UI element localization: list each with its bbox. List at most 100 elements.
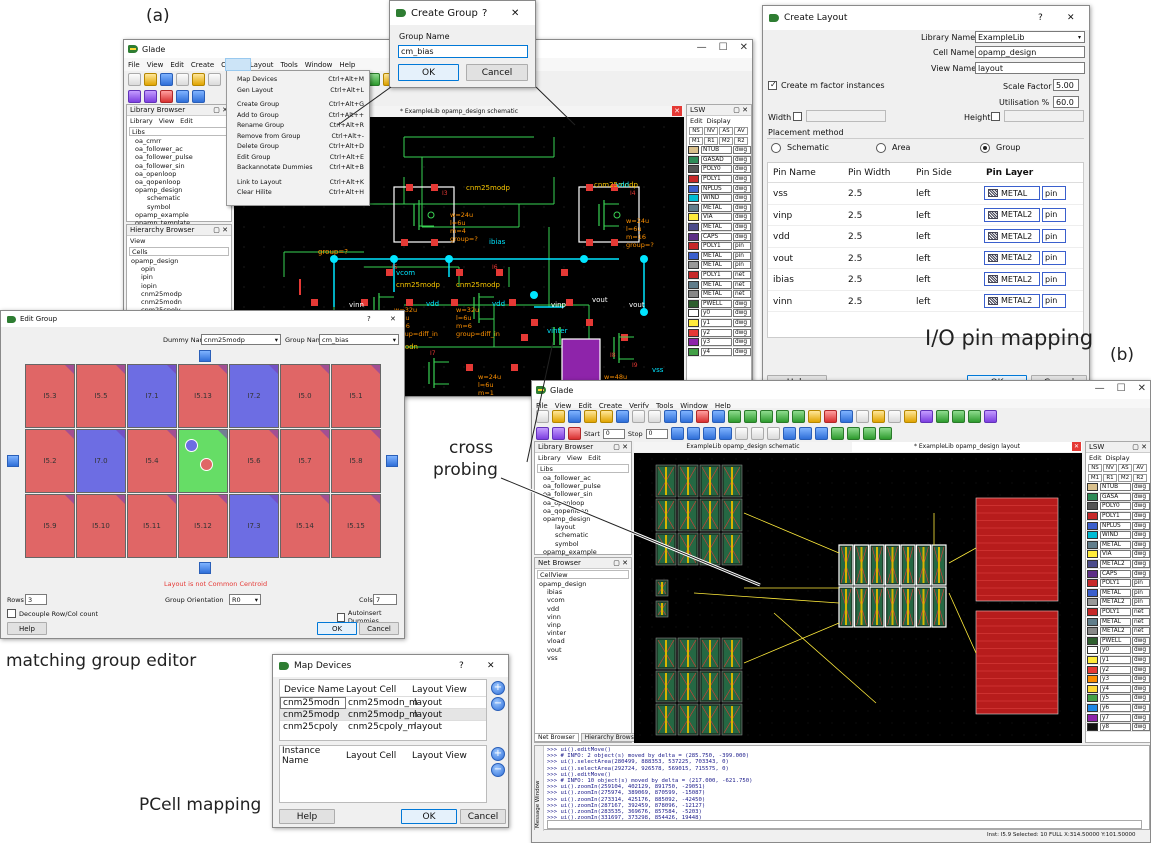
menu-view[interactable]: View xyxy=(567,454,582,462)
menu-display[interactable]: Display xyxy=(1106,454,1130,462)
tool-icon[interactable] xyxy=(766,427,780,440)
tool-icon[interactable] xyxy=(808,410,821,423)
zoom-out-icon[interactable] xyxy=(750,427,764,440)
menu-help[interactable]: Help xyxy=(339,61,355,69)
menu-edit[interactable]: Edit xyxy=(180,117,193,125)
tool-icon[interactable] xyxy=(856,410,869,423)
help-button[interactable]: Help xyxy=(279,809,335,824)
hierarchy-menu-view[interactable]: View xyxy=(127,236,231,246)
lsw-layer-row[interactable]: VIA dwg xyxy=(687,213,751,223)
arrow-right-button[interactable] xyxy=(386,455,398,467)
pin-purpose-select[interactable]: pin xyxy=(1042,207,1066,222)
tool-icon[interactable] xyxy=(782,427,796,440)
add-icon[interactable]: + xyxy=(491,747,505,761)
tree-item[interactable]: cnm25modp xyxy=(131,290,231,298)
table-row[interactable]: vout 2.5 left METAL2 pin xyxy=(768,248,1083,269)
decouple-checkbox-row[interactable]: Decouple Row/Col count xyxy=(7,609,98,618)
lsw-layer-row[interactable]: METAL net xyxy=(687,290,751,300)
view-name-input[interactable]: layout xyxy=(975,62,1085,74)
help-icon[interactable]: ? xyxy=(459,661,464,671)
capacitor[interactable] xyxy=(975,497,1059,602)
lsw-layer-row[interactable]: METAL pin xyxy=(687,251,751,262)
tree-item[interactable]: vload xyxy=(539,637,631,645)
lsw-layer-row[interactable]: GASA dwg xyxy=(1086,492,1150,503)
lsw-layer-row[interactable]: CAPS dwg xyxy=(1086,569,1150,579)
menu-tools[interactable]: Tools xyxy=(281,61,298,69)
group-cell[interactable]: I5.11 xyxy=(127,494,177,558)
tree-item[interactable]: schematic xyxy=(539,531,631,539)
libs-combo[interactable]: Libs xyxy=(537,464,629,473)
table-row[interactable]: vinn 2.5 left METAL2 pin xyxy=(768,291,1083,312)
group-cell[interactable]: I7.1 xyxy=(127,364,177,428)
layout-menu-item[interactable]: Remove from Group Ctrl+Alt+- xyxy=(227,132,369,143)
open-icon[interactable] xyxy=(552,410,565,423)
lsw-button[interactable]: M2 xyxy=(719,137,733,145)
lsw-button[interactable]: AS xyxy=(719,127,733,135)
tool-icon[interactable] xyxy=(568,427,581,440)
group-cell[interactable]: I7.2 xyxy=(229,364,279,428)
lsw-layer-row[interactable]: y5 dwg xyxy=(1086,694,1150,704)
rows-spinbox[interactable]: 3 xyxy=(25,594,47,605)
tool-icon[interactable] xyxy=(192,73,205,86)
tree-item[interactable]: vinter xyxy=(539,629,631,637)
tool-icon[interactable] xyxy=(536,410,549,423)
tree-item[interactable]: opamp_example xyxy=(539,548,631,556)
library-name-select[interactable]: ExampleLib ▾ xyxy=(975,31,1085,43)
tree-item[interactable]: oa_follower_pulse xyxy=(131,153,231,161)
tool-icon[interactable] xyxy=(744,410,757,423)
close-tab-icon[interactable]: ✕ xyxy=(672,106,682,116)
menu-edit[interactable]: Edit xyxy=(170,61,184,69)
cancel-button[interactable]: Cancel xyxy=(466,64,528,81)
help-button[interactable]: Help xyxy=(7,622,47,635)
layout-menu-item[interactable]: Edit Group Ctrl+Alt+E xyxy=(227,153,369,164)
tree-item[interactable]: vss xyxy=(539,654,631,662)
lsw-layer-row[interactable]: METAL dwg xyxy=(687,203,751,214)
close-icon[interactable]: ✕ xyxy=(511,8,519,19)
menu-window[interactable]: Window xyxy=(305,61,333,69)
group-cell[interactable]: I5.12 xyxy=(178,494,228,558)
lsw-layer-row[interactable]: NTUB dwg xyxy=(1086,483,1150,493)
group-cell[interactable]: I5.6 xyxy=(229,429,279,493)
lsw-layer-row[interactable]: POLY1 dwg xyxy=(687,175,751,185)
tool-icon[interactable] xyxy=(952,410,965,423)
tool-icon[interactable] xyxy=(686,427,700,440)
group-cell[interactable]: I5.7 xyxy=(280,429,330,493)
ok-button[interactable]: OK xyxy=(401,809,457,824)
tool-icon[interactable] xyxy=(632,410,645,423)
pin-purpose-select[interactable]: pin xyxy=(1042,186,1066,200)
cols-spinbox[interactable]: 7 xyxy=(373,594,397,605)
tab-layout[interactable]: * ExampleLib opamp_design layout xyxy=(852,442,1082,452)
tool-icon[interactable] xyxy=(192,90,205,103)
capacitor[interactable] xyxy=(975,610,1059,715)
layout-menu-item[interactable]: Link to Layout Ctrl+Alt+K xyxy=(227,178,369,189)
lsw-layer-row[interactable]: POLY1 pin xyxy=(1086,579,1150,589)
menu-library[interactable]: Library xyxy=(130,117,153,125)
tree-item[interactable]: ipin xyxy=(131,273,231,281)
tree-item[interactable]: ibias xyxy=(539,588,631,596)
tool-icon[interactable] xyxy=(128,90,141,103)
tool-icon[interactable] xyxy=(936,410,949,423)
lsw-layer-row[interactable]: POLY1 pin xyxy=(687,242,751,252)
delete-icon[interactable] xyxy=(696,410,709,423)
tree-item[interactable]: vout xyxy=(539,646,631,654)
mfactor-checkbox-row[interactable]: ✓ Create m factor instances xyxy=(768,80,885,90)
save-icon[interactable] xyxy=(568,410,581,423)
lsw-button[interactable]: NV xyxy=(1103,464,1117,472)
minimize-icon[interactable]: — xyxy=(697,42,707,53)
tool-icon[interactable] xyxy=(840,410,853,423)
tree-item[interactable]: iopin xyxy=(131,282,231,290)
tree-item[interactable]: vdd xyxy=(539,605,631,613)
lsw-button[interactable]: M1 xyxy=(689,137,703,145)
tab-schematic[interactable]: ExampleLib opamp_design schematic xyxy=(634,442,852,452)
tool-icon[interactable] xyxy=(208,73,221,86)
height-input[interactable] xyxy=(1004,110,1084,122)
tool-icon[interactable] xyxy=(680,410,693,423)
lsw-layer-row[interactable]: WIND dwg xyxy=(1086,531,1150,541)
tool-icon[interactable] xyxy=(664,410,677,423)
tree-item[interactable]: opamp_design xyxy=(539,515,631,523)
tree-item[interactable]: opamp_design xyxy=(131,257,231,265)
tool-icon[interactable] xyxy=(824,410,837,423)
lsw-layer-row[interactable]: y3 dwg xyxy=(687,338,751,348)
tool-icon[interactable] xyxy=(600,410,613,423)
tree-item[interactable]: layout xyxy=(539,523,631,531)
